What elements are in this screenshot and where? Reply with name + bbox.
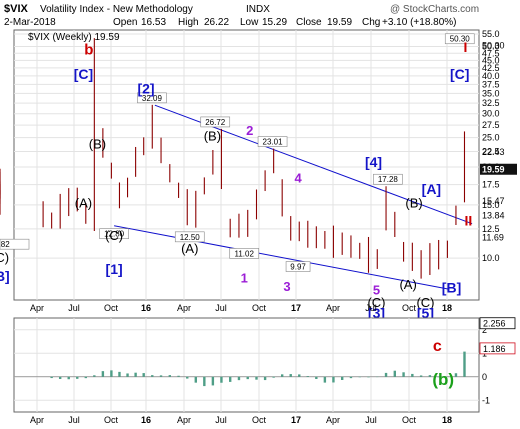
x-tick-label: 17 <box>291 303 301 313</box>
value-label: 23.01 <box>257 136 288 147</box>
header-exchange: INDX <box>246 4 270 15</box>
header-open-value: 16.53 <box>141 17 166 28</box>
wave-label: [4] <box>365 154 382 170</box>
x-tick-label: 16 <box>141 303 151 313</box>
chart-svg: $VIX Volatility Index - New Methodology … <box>0 0 520 429</box>
macd-level-label: 1.186 <box>483 344 506 354</box>
x-tick-label: Oct <box>252 303 267 313</box>
right-level-label: 11.69 <box>482 233 504 243</box>
value-label-text: 11.02 <box>235 249 255 258</box>
x-tick-label: Apr <box>30 415 44 425</box>
header-low-label: Low <box>240 17 259 28</box>
header-open-label: Open <box>113 17 137 28</box>
x-tick-label: Oct <box>402 303 417 313</box>
x-tick-label: Apr <box>326 303 340 313</box>
wave-label: [1] <box>106 261 123 277</box>
y-tick-label: 32.5 <box>482 98 500 108</box>
chart-root: $VIX Volatility Index - New Methodology … <box>0 0 520 429</box>
header-low-value: 15.29 <box>262 17 287 28</box>
value-label-text: 17.28 <box>378 175 399 184</box>
x-tick-label: Jul <box>215 303 227 313</box>
right-level-label: 22.43 <box>482 147 505 157</box>
x-tick-label: 16 <box>141 415 151 425</box>
x-tick-label: Oct <box>104 303 119 313</box>
wave-label: (A) <box>75 196 92 211</box>
value-label: 11.82 <box>0 238 30 250</box>
x-tick-label: 18 <box>442 415 452 425</box>
header-chg-value: +3.10 (+18.80%) <box>382 17 457 28</box>
header-symbol: $VIX <box>4 3 29 15</box>
header-watermark: @ StockCharts.com <box>390 4 479 15</box>
x-tick-label: Oct <box>402 415 417 425</box>
value-label: 50.30 <box>444 33 475 45</box>
wave-label: [2] <box>137 80 154 96</box>
value-label: 9.97 <box>285 261 311 272</box>
value-label-text: 9.97 <box>290 263 306 272</box>
y-tick-label: -1 <box>482 395 490 405</box>
value-label: 11.02 <box>229 248 260 259</box>
price-panel-legend: $VIX (Weekly) 19.59 <box>28 32 120 43</box>
y-tick-label: 17.5 <box>482 180 500 190</box>
wave-label: b <box>84 42 93 59</box>
value-label-text: 26.72 <box>205 118 226 127</box>
y-tick-label: 35.0 <box>482 88 500 98</box>
wave-label: 1 <box>241 271 248 286</box>
y-tick-label: 10.0 <box>482 253 500 263</box>
wave-label: c <box>433 338 442 355</box>
right-level-label: 50.30 <box>482 41 505 51</box>
wave-label: 2 <box>246 123 253 138</box>
x-tick-label: Jul <box>215 415 227 425</box>
y-tick-label: 25.0 <box>482 133 500 143</box>
right-level-label: 15.47 <box>482 196 505 206</box>
header-chg-label: Chg <box>362 17 380 28</box>
x-tick-label: Oct <box>104 415 119 425</box>
x-tick-label: Apr <box>30 303 44 313</box>
x-tick-label: Jul <box>68 303 80 313</box>
wave-label: (C) <box>105 228 123 243</box>
wave-label: (b) <box>432 370 454 389</box>
header-date: 2-Mar-2018 <box>4 17 56 28</box>
wave-label: [C] <box>450 66 469 82</box>
value-label-text: 23.01 <box>263 138 284 147</box>
y-tick-label: 30.0 <box>482 109 500 119</box>
x-tick-label: 18 <box>442 303 452 313</box>
wave-label: (B) <box>405 196 422 211</box>
wave-label: [A] <box>422 181 441 197</box>
x-tick-label: Apr <box>177 303 191 313</box>
x-tick-label: Apr <box>177 415 191 425</box>
value-label: 17.28 <box>373 173 403 185</box>
wave-label: (B) <box>89 137 106 152</box>
wave-label: [B] <box>0 268 10 284</box>
y-tick-label: 55.0 <box>482 29 500 39</box>
macd-level-label: 2.256 <box>483 319 506 329</box>
x-tick-label: Jul <box>68 415 80 425</box>
header-close-label: Close <box>296 17 322 28</box>
value-label-text: 11.82 <box>0 240 10 249</box>
right-level-label: 13.84 <box>482 210 505 220</box>
wave-label: I <box>464 39 468 55</box>
x-tick-label: 17 <box>291 415 301 425</box>
wave-label: 4 <box>294 170 302 185</box>
wave-label: 3 <box>283 279 290 294</box>
x-tick-label: Oct <box>252 415 267 425</box>
wave-label: (C) <box>0 250 9 265</box>
value-label: 26.72 <box>200 116 231 128</box>
wave-label: (B) <box>204 128 221 143</box>
x-tick-label: Apr <box>326 415 340 425</box>
y-tick-label: 27.5 <box>482 120 500 130</box>
header-high-label: High <box>178 17 199 28</box>
wave-label: [B] <box>442 280 461 296</box>
wave-label: (A) <box>181 241 198 256</box>
x-tick-label: Jul <box>365 415 377 425</box>
header-high-value: 26.22 <box>204 17 229 28</box>
right-level-label: 19.59 <box>482 165 505 175</box>
wave-label: (A) <box>399 277 416 292</box>
x-tick-label: Jul <box>365 303 377 313</box>
header-name: Volatility Index - New Methodology <box>40 4 193 15</box>
header-close-value: 19.59 <box>327 17 352 28</box>
wave-label: II <box>464 213 472 229</box>
y-tick-label: 0 <box>482 372 487 382</box>
wave-label: [C] <box>74 66 93 82</box>
